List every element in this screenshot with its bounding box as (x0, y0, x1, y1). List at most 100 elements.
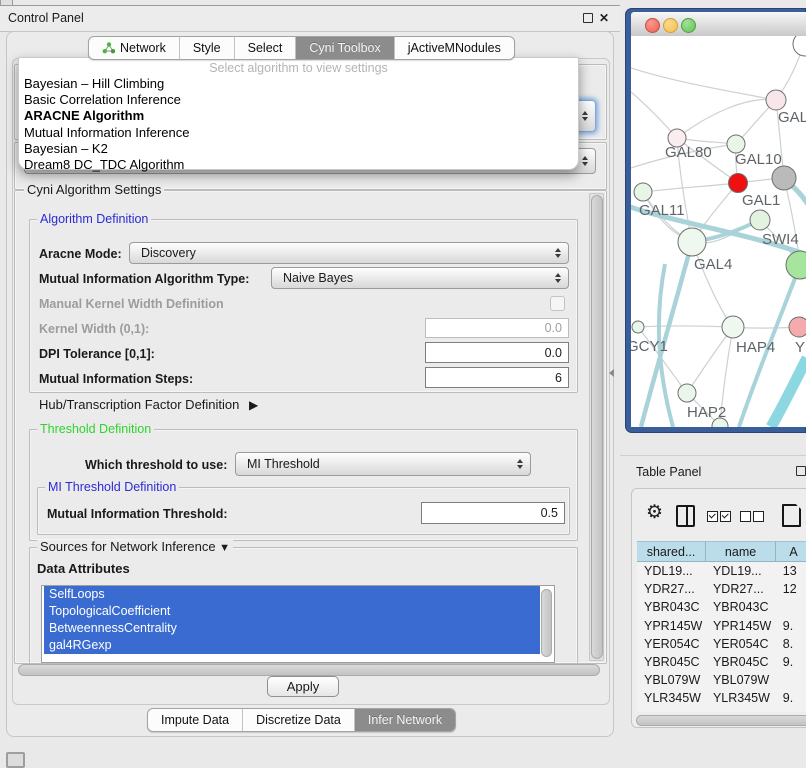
node-label: GAL1 (742, 192, 780, 209)
table-row[interactable]: YBL079W YBL079W (637, 671, 806, 689)
network-canvas[interactable]: GAL GAL80 GAL10 GAL1 SWI4 GAL4 GAL11 GCY… (631, 36, 806, 427)
aracne-mode-combo[interactable]: Discovery (129, 242, 569, 264)
mi-type-label: Mutual Information Algorithm Type: (39, 271, 249, 287)
cell: YIL052C (706, 710, 776, 712)
network-graph: GAL GAL80 GAL10 GAL1 SWI4 GAL4 GAL11 GCY… (631, 36, 806, 427)
cell: 9 (776, 710, 806, 712)
sources-title-row[interactable]: Sources for Network Inference ▼ (37, 540, 233, 555)
minimized-panel-icon[interactable] (6, 752, 25, 768)
tab-cyni-toolbox-label: Cyni Toolbox (309, 41, 380, 55)
network-window-titlebar[interactable] (631, 12, 806, 37)
kernel-width-label: Kernel Width (0,1): (39, 321, 149, 337)
node-hap2 (678, 384, 696, 402)
data-attributes-label: Data Attributes (37, 561, 130, 577)
tab-select[interactable]: Select (234, 37, 296, 59)
table-panel-float-icon[interactable] (796, 466, 806, 476)
manual-kernel-checkbox[interactable] (550, 296, 565, 311)
mi-threshold-title: MI Threshold Definition (45, 480, 179, 494)
algorithm-definition-title: Algorithm Definition (37, 212, 151, 226)
dropdown-item[interactable]: Mutual Information Inference (19, 125, 578, 141)
cell: YER054C (706, 637, 776, 651)
table-horizontal-scrollbar[interactable] (636, 715, 806, 726)
settings-gear-icon[interactable]: ⚙ (646, 503, 663, 523)
tab-jactivemnodules[interactable]: jActiveMNodules (394, 37, 514, 59)
cyni-settings-title: Cyni Algorithm Settings (24, 183, 164, 197)
mi-steps-field[interactable]: 6 (425, 367, 569, 388)
select-all-icon[interactable] (707, 511, 718, 522)
table-row[interactable]: YIL052C YIL052C 9 (637, 708, 806, 713)
cell: YDL19... (637, 564, 706, 578)
node-label: GAL (778, 109, 806, 126)
split-columns-icon[interactable] (676, 505, 695, 527)
which-threshold-combo[interactable]: MI Threshold (235, 452, 531, 476)
cell: YER054C (637, 637, 706, 651)
tab-impute-data[interactable]: Impute Data (148, 709, 242, 731)
node-gal11 (634, 183, 652, 201)
node-gal1 (729, 174, 748, 193)
node-label: HAP4 (736, 339, 775, 356)
close-icon[interactable]: ✕ (599, 12, 609, 24)
combo-arrows-icon (582, 101, 588, 131)
cell: 9. (776, 619, 806, 633)
mi-threshold-field[interactable]: 0.5 (421, 502, 565, 524)
new-table-icon[interactable] (782, 504, 801, 527)
kernel-width-field[interactable]: 0.0 (425, 318, 569, 338)
apply-button[interactable]: Apply (267, 676, 339, 697)
tab-style[interactable]: Style (179, 37, 234, 59)
minimize-traffic-light[interactable] (663, 18, 678, 33)
splitter-arrow-icon[interactable] (609, 369, 614, 377)
list-item[interactable]: gal4RGexp (44, 637, 540, 654)
table-row[interactable]: YLR345W YLR345W 9. (637, 689, 806, 707)
table-row[interactable]: YDL19... YDL19... 13 (637, 562, 806, 580)
table-row[interactable]: YER054C YER054C 8. (637, 635, 806, 653)
table-rows: YDL19... YDL19... 13 YDR27... YDR27... 1… (637, 562, 806, 712)
control-panel-tabbar: Network Style Select Cyni Toolbox jActiv… (88, 36, 515, 60)
dropdown-item-selected[interactable]: ARACNE Algorithm (19, 108, 578, 124)
dropdown-item[interactable]: Bayesian – Hill Climbing (19, 76, 578, 92)
list-item[interactable]: TopologicalCoefficient (44, 603, 540, 620)
tab-discretize-data[interactable]: Discretize Data (242, 709, 354, 731)
cell: YBR043C (637, 600, 706, 614)
combo-arrows-icon (582, 149, 588, 173)
deselect-all-icon[interactable] (740, 511, 751, 522)
table-row[interactable]: YDR27... YDR27... 12 (637, 580, 806, 598)
mi-type-combo[interactable]: Naive Bayes (271, 267, 569, 289)
list-vertical-scrollbar[interactable] (541, 589, 552, 657)
dropdown-item[interactable]: Basic Correlation Inference (19, 92, 578, 108)
tab-jactivemnodules-label: jActiveMNodules (408, 41, 501, 55)
tab-infer-network[interactable]: Infer Network (354, 709, 455, 731)
dpi-tolerance-field[interactable]: 0.0 (425, 342, 569, 363)
tab-cyni-toolbox[interactable]: Cyni Toolbox (295, 37, 393, 59)
dropdown-item[interactable]: Dream8 DC_TDC Algorithm (19, 157, 578, 173)
node (789, 317, 806, 337)
zoom-traffic-light[interactable] (681, 18, 696, 33)
node-gcy1 (632, 321, 644, 333)
node (772, 166, 796, 190)
sources-title: Sources for Network Inference (40, 539, 216, 554)
column-header-clipped[interactable]: A (776, 541, 806, 562)
float-window-icon[interactable] (583, 13, 593, 23)
column-header-shared-name[interactable]: shared... (637, 541, 706, 562)
settings-horizontal-scrollbar[interactable] (18, 664, 600, 676)
table-row[interactable]: YPR145W YPR145W 9. (637, 617, 806, 635)
settings-scrollbar-track[interactable] (589, 193, 604, 661)
tab-network[interactable]: Network (89, 37, 179, 59)
settings-scrollbar-thumb[interactable] (591, 195, 603, 659)
threshold-definition-title: Threshold Definition (37, 422, 154, 436)
cell: YLR345W (637, 691, 706, 705)
cell: YDR27... (706, 582, 776, 596)
deselect-all-icon[interactable] (753, 511, 764, 522)
list-item[interactable]: BetweennessCentrality (44, 620, 540, 637)
cyni-bottom-tabbar: Impute Data Discretize Data Infer Networ… (147, 708, 456, 732)
column-header-name[interactable]: name (706, 541, 776, 562)
select-all-icon[interactable] (720, 511, 731, 522)
table-row[interactable]: YBR045C YBR045C 9. (637, 653, 806, 671)
dpi-tolerance-label: DPI Tolerance [0,1]: (39, 346, 155, 362)
table-row[interactable]: YBR043C YBR043C (637, 598, 806, 616)
close-traffic-light[interactable] (645, 18, 660, 33)
cell: YBR043C (706, 600, 776, 614)
list-item[interactable]: SelfLoops (44, 586, 540, 603)
hub-tf-definition-toggle[interactable]: Hub/Transcription Factor Definition ▶ (39, 397, 258, 413)
dropdown-item[interactable]: Bayesian – K2 (19, 141, 578, 157)
cell: YPR145W (637, 619, 706, 633)
